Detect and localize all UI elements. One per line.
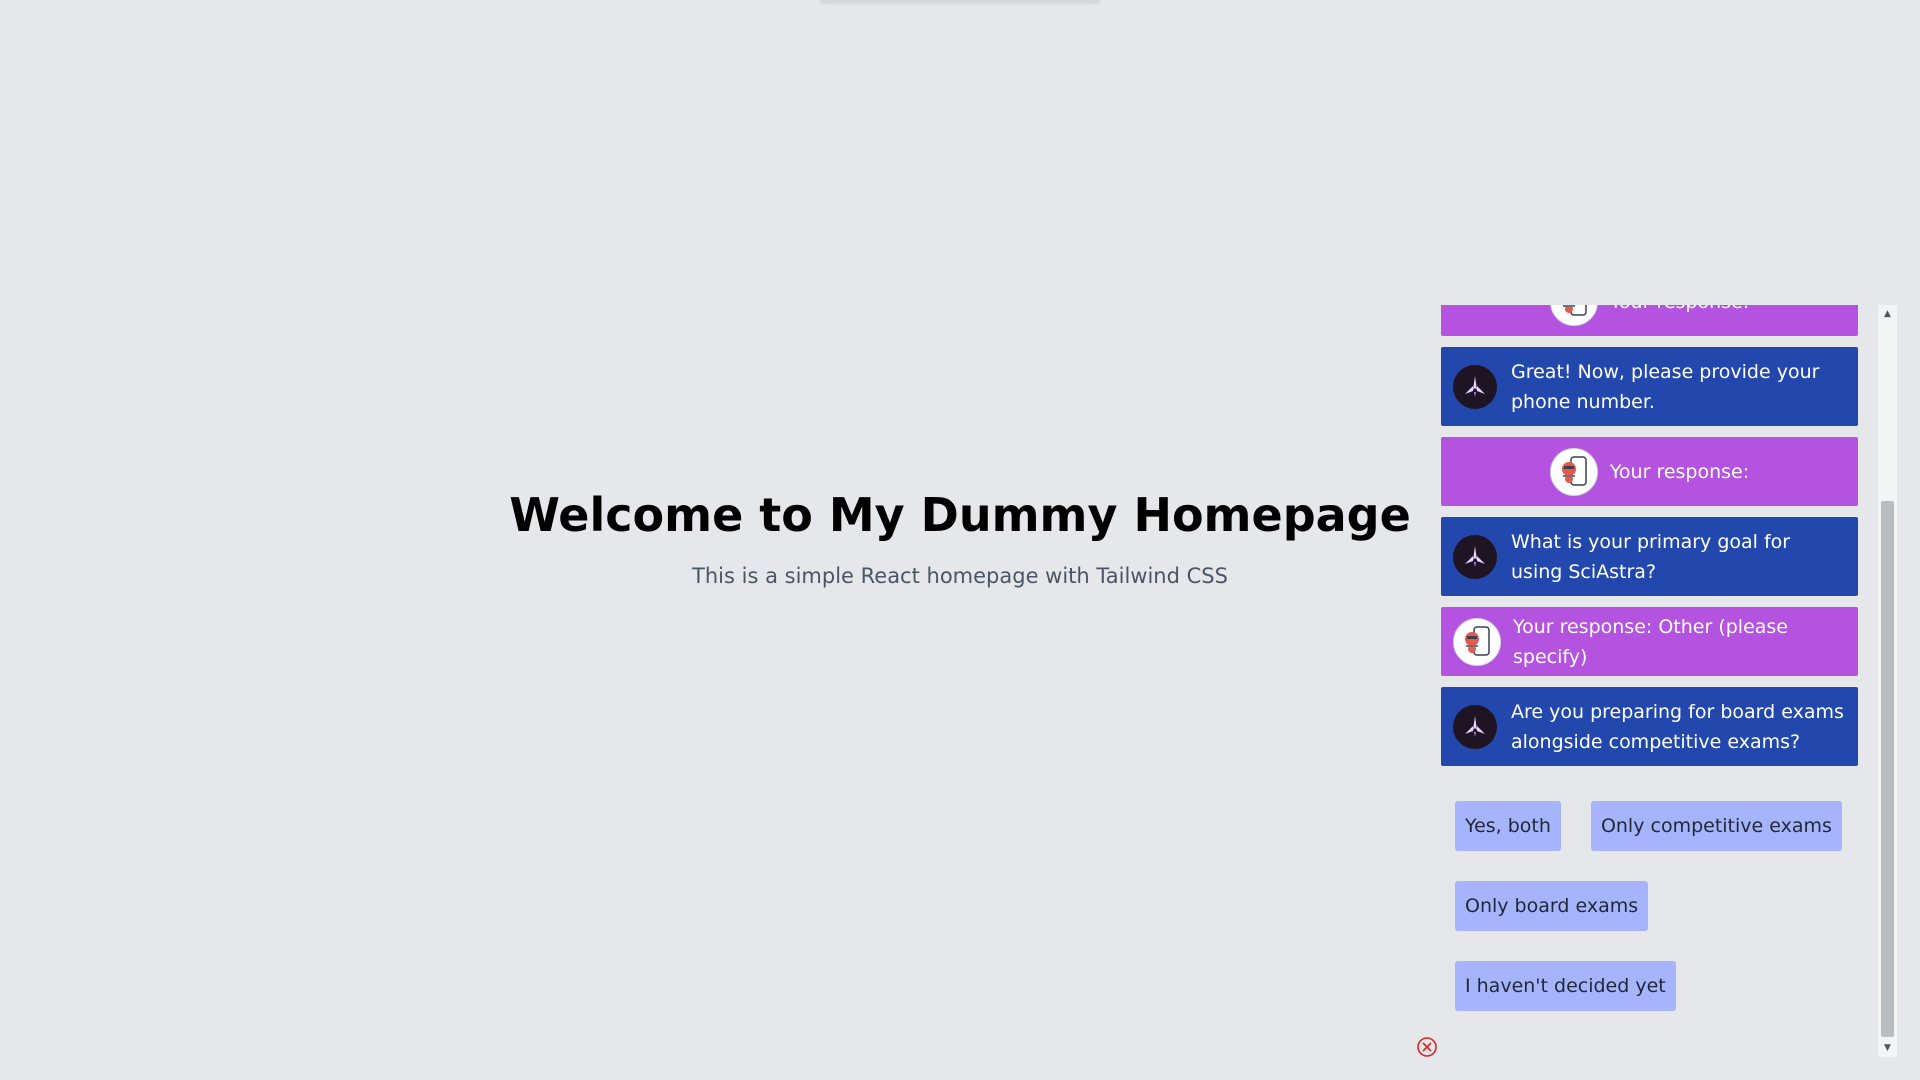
rocket-logo-icon (1453, 704, 1497, 749)
bot-message: Are you preparing for board exams alongs… (1441, 687, 1858, 766)
message-text: Your response: (1610, 305, 1749, 317)
scroll-down-arrow-icon[interactable]: ▼ (1878, 1039, 1897, 1057)
options-row: Only board exams (1455, 881, 1858, 931)
options-row: I haven't decided yet (1455, 961, 1858, 1011)
scroll-thumb[interactable] (1881, 501, 1894, 1037)
message-text: Great! Now, please provide your phone nu… (1511, 360, 1820, 413)
chat-messages: Your response: Great! Now, please provid… (1441, 305, 1871, 1041)
option-only-competitive-button[interactable]: Only competitive exams (1590, 801, 1842, 851)
option-yes-both-button[interactable]: Yes, both (1455, 801, 1561, 851)
chat-scrollbar[interactable]: ▲ ▼ (1878, 305, 1897, 1057)
options-row: Yes, both Only competitive exams (1455, 801, 1858, 851)
chat-panel[interactable]: Your response: Great! Now, please provid… (1431, 305, 1896, 1057)
close-chat-button[interactable] (1415, 1035, 1439, 1059)
user-message: Your response: (1441, 305, 1858, 336)
user-message: Your response: (1441, 437, 1858, 506)
robot-phone-avatar-icon (1549, 305, 1598, 326)
message-text: Are you preparing for board exams alongs… (1511, 700, 1844, 753)
top-edge-shadow (820, 0, 1100, 2)
bot-message: What is your primary goal for using SciA… (1441, 517, 1858, 596)
answer-options: Yes, both Only competitive exams Only bo… (1441, 777, 1858, 1011)
rocket-logo-icon (1453, 364, 1497, 409)
robot-phone-avatar-icon (1453, 617, 1501, 666)
scroll-up-arrow-icon[interactable]: ▲ (1878, 305, 1897, 323)
robot-phone-avatar-icon (1549, 447, 1598, 496)
message-text: Your response: Other (please specify) (1513, 615, 1788, 668)
option-only-board-button[interactable]: Only board exams (1455, 881, 1649, 931)
close-circle-icon (1417, 1037, 1437, 1057)
message-text: What is your primary goal for using SciA… (1511, 530, 1791, 583)
bot-message: Great! Now, please provide your phone nu… (1441, 347, 1858, 426)
user-message: Your response: Other (please specify) (1441, 607, 1858, 676)
message-text: Your response: (1609, 460, 1750, 483)
option-not-decided-button[interactable]: I haven't decided yet (1455, 961, 1676, 1011)
rocket-logo-icon (1453, 534, 1497, 579)
